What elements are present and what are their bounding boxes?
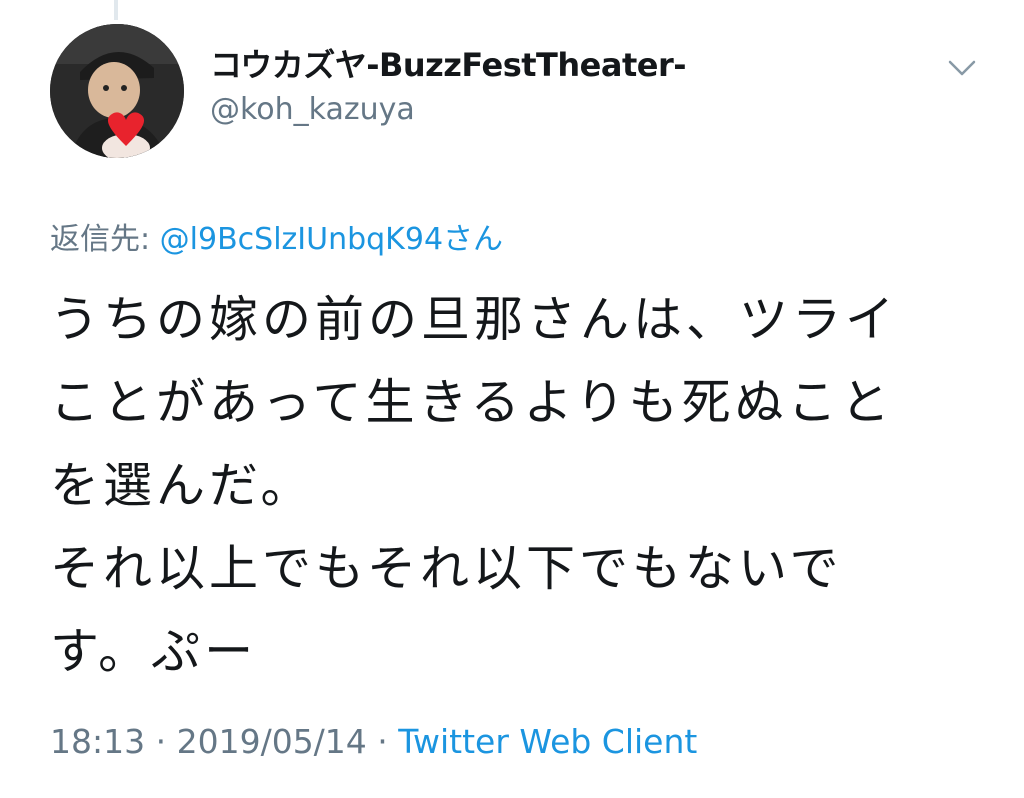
meta-separator: · [145, 722, 177, 761]
chevron-down-icon[interactable] [946, 56, 978, 80]
tweet-text: うちの嫁の前の旦那さんは、ツライ ことがあって生きるよりも死ぬこと を選んだ。 … [50, 291, 899, 680]
reply-context: 返信先: @l9BcSlzIUnbqK94さん [50, 214, 503, 258]
tweet: コウカズヤ-BuzzFestTheater- @koh_kazuya 返信先: … [0, 0, 1024, 798]
tweet-metadata: 18:13 · 2019/05/14 · Twitter Web Client [50, 722, 697, 761]
reply-label: 返信先: [50, 222, 160, 257]
tweet-date[interactable]: 2019/05/14 [177, 722, 367, 761]
user-handle[interactable]: @koh_kazuya [210, 92, 415, 127]
tweet-time[interactable]: 18:13 [50, 722, 145, 761]
tweet-source-link[interactable]: Twitter Web Client [398, 722, 697, 761]
thread-connector-line [114, 0, 118, 20]
display-name[interactable]: コウカズヤ-BuzzFestTheater- [210, 40, 687, 86]
avatar[interactable] [50, 24, 184, 158]
reply-mention-link[interactable]: @l9BcSlzIUnbqK94さん [160, 222, 503, 257]
meta-separator: · [366, 722, 399, 761]
